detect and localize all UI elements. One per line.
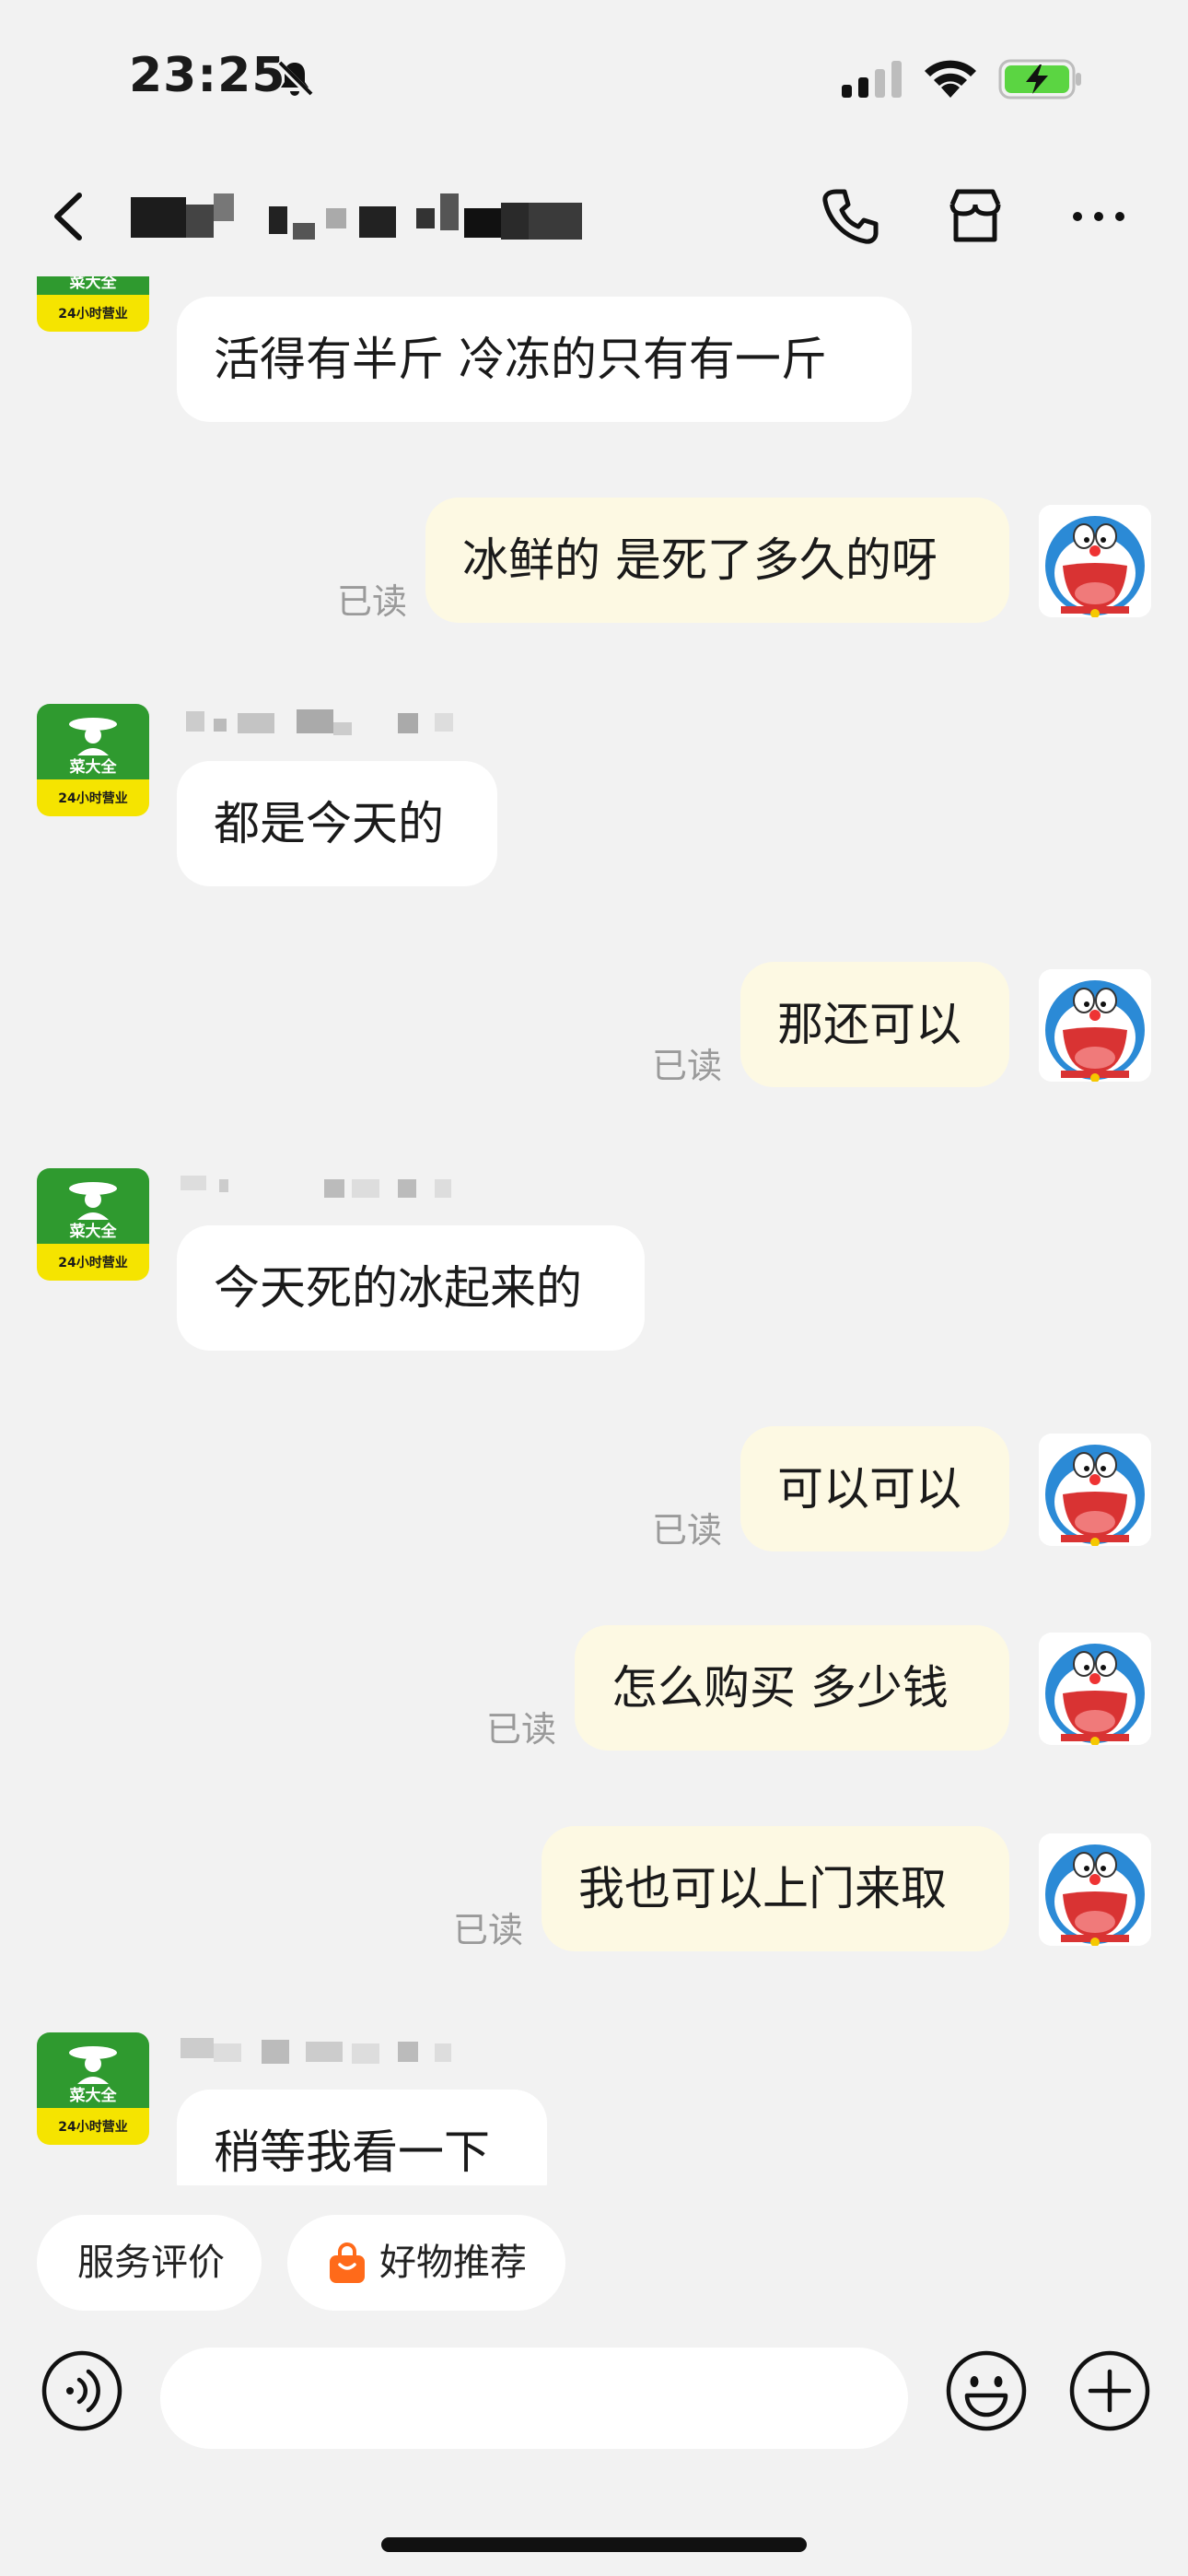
message-input-bar — [0, 2331, 1188, 2469]
user-avatar[interactable] — [1039, 1434, 1151, 1546]
shop-logo-icon: 菜大全 24小时营业 — [37, 2032, 149, 2145]
signal-icon — [842, 61, 902, 98]
more-options-button[interactable] — [1066, 184, 1131, 249]
read-receipt: 已读 — [453, 1910, 524, 1950]
shopping-bag-icon — [330, 2242, 365, 2283]
message-bubble-incoming[interactable]: 稍等我看一下 — [177, 2090, 547, 2185]
sender-name-mosaic — [177, 700, 462, 743]
phone-button[interactable] — [818, 184, 882, 249]
message-bubble-outgoing[interactable]: 我也可以上门来取 — [542, 1826, 1009, 1951]
doraemon-avatar-icon — [1039, 1833, 1151, 1946]
status-time: 23:25 — [129, 48, 286, 103]
message-bubble-incoming[interactable]: 今天死的冰起来的 — [177, 1225, 645, 1351]
store-button[interactable] — [943, 184, 1007, 249]
message-bubble-incoming[interactable]: 活得有半斤 冷冻的只有有一斤 — [177, 297, 912, 422]
svg-text:24小时营业: 24小时营业 — [58, 1255, 127, 1270]
message-bubble-outgoing[interactable]: 那还可以 — [740, 962, 1009, 1087]
more-functions-button[interactable] — [1068, 2349, 1151, 2432]
shop-avatar[interactable]: 菜大全 24小时营业 — [37, 2032, 149, 2145]
svg-text:24小时营业: 24小时营业 — [58, 790, 127, 806]
doraemon-avatar-icon — [1039, 1434, 1151, 1546]
read-receipt: 已读 — [486, 1709, 557, 1750]
battery-charging-icon — [998, 59, 1081, 100]
home-indicator[interactable] — [381, 2537, 807, 2552]
shop-avatar[interactable]: 菜大全 24小时营业 — [37, 1168, 149, 1281]
svg-text:24小时营业: 24小时营业 — [58, 2119, 127, 2135]
recommend-chip[interactable]: 好物推荐 — [287, 2215, 565, 2311]
svg-text:菜大全: 菜大全 — [69, 1222, 118, 1241]
sender-name-mosaic — [177, 1165, 462, 1207]
svg-text:菜大全: 菜大全 — [69, 757, 118, 777]
voice-input-button[interactable] — [41, 2349, 123, 2432]
back-button[interactable] — [42, 184, 98, 249]
svg-text:24小时营业: 24小时营业 — [58, 306, 127, 322]
user-avatar[interactable] — [1039, 1833, 1151, 1946]
message-bubble-incoming[interactable]: 都是今天的 — [177, 761, 497, 886]
sender-name-mosaic — [177, 2029, 462, 2071]
doraemon-avatar-icon — [1039, 1633, 1151, 1745]
shop-avatar[interactable]: 菜大全 24小时营业 — [37, 704, 149, 816]
read-receipt: 已读 — [652, 1046, 723, 1086]
shop-logo-icon: 菜大全 24小时营业 — [37, 1168, 149, 1281]
service-review-chip[interactable]: 服务评价 — [37, 2215, 262, 2311]
message-bubble-outgoing[interactable]: 可以可以 — [740, 1426, 1009, 1551]
emoji-button[interactable] — [945, 2349, 1028, 2432]
svg-text:菜大全: 菜大全 — [69, 2086, 118, 2105]
svg-text:菜大全: 菜大全 — [69, 276, 118, 292]
user-avatar[interactable] — [1039, 1633, 1151, 1745]
user-avatar[interactable] — [1039, 505, 1151, 617]
message-bubble-outgoing[interactable]: 冰鲜的 是死了多久的呀 — [425, 498, 1009, 623]
quick-action-bar: 服务评价 好物推荐 — [0, 2202, 1188, 2313]
doraemon-avatar-icon — [1039, 505, 1151, 617]
chat-title: 菜大全 小程序 — [131, 194, 401, 244]
wifi-icon — [925, 60, 976, 98]
recommend-label: 好物推荐 — [379, 2242, 527, 2284]
doraemon-avatar-icon — [1039, 969, 1151, 1082]
shop-logo-icon: 菜大全 24小时营业 — [37, 704, 149, 816]
read-receipt: 已读 — [652, 1510, 723, 1551]
chat-header: 菜大全 小程序 — [0, 157, 1188, 276]
bell-off-icon — [275, 60, 314, 99]
shop-logo-icon: 菜大全 24小时营业 — [37, 276, 149, 332]
chat-message-list[interactable]: 菜大全 24小时营业 活得有半斤 冷冻的只有有一斤 已读 冰鲜的 是死了多久的呀 — [0, 276, 1188, 2185]
read-receipt: 已读 — [337, 581, 408, 622]
message-input[interactable] — [160, 2348, 908, 2449]
user-avatar[interactable] — [1039, 969, 1151, 1082]
message-bubble-outgoing[interactable]: 怎么购买 多少钱 — [575, 1625, 1009, 1751]
shop-avatar[interactable]: 菜大全 24小时营业 — [37, 276, 149, 332]
status-bar: 23:25 — [0, 0, 1188, 157]
